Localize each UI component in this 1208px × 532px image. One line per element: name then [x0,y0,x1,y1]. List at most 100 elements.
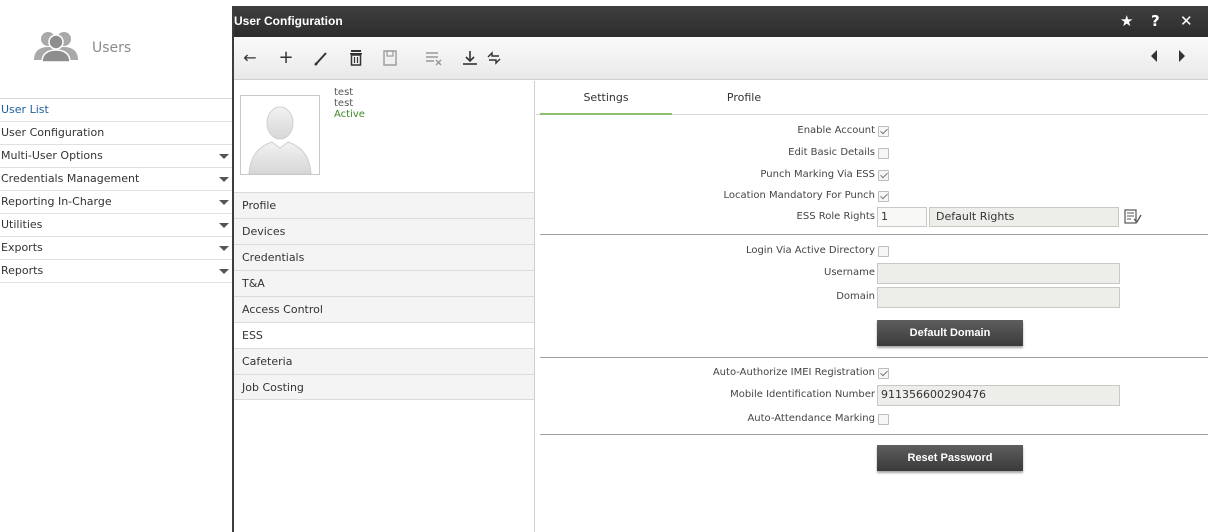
toolbar: ← + [234,37,1208,80]
section-divider [540,357,1208,358]
section-list: Profile Devices Credentials T&A Access C… [234,192,534,400]
auto-authorize-imei-row: Auto-Authorize IMEI Registration [536,365,1208,383]
sidebar-item-label: Reporting In-Charge [1,195,112,208]
username-row: Username [536,263,1208,285]
location-mandatory-row: Location Mandatory For Punch [536,188,1208,206]
person-silhouette-icon [248,106,312,175]
edit-basic-details-checkbox[interactable] [878,148,889,159]
edit-icon[interactable] [312,49,332,69]
sidebar-brand-label: Users [92,40,132,56]
chevron-down-icon [219,223,229,228]
domain-row: Domain [536,287,1208,309]
content-area: test test Active Profile Devices Credent… [234,81,1208,532]
sidebar-item-label: Exports [1,241,43,254]
window-title: User Configuration [234,14,343,28]
sidebar-item-label: Reports [1,264,44,277]
auto-attendance-label: Auto-Attendance Marking [747,413,875,424]
section-credentials[interactable]: Credentials [234,244,534,270]
prev-icon[interactable] [1144,49,1164,69]
app-sidebar: Users User List User Configuration Multi… [0,0,232,532]
users-icon [34,32,78,62]
login-via-ad-checkbox[interactable] [878,246,889,257]
section-ta[interactable]: T&A [234,270,534,296]
mobile-id-row: Mobile Identification Number 91135660029… [536,385,1208,407]
sidebar-item-label: User List [1,103,49,116]
sidebar-item-credentials-management[interactable]: Credentials Management [0,168,232,191]
ess-role-code-field[interactable]: 1 [877,207,927,227]
sidebar-item-label: User Configuration [1,126,105,139]
tab-settings[interactable]: Settings [540,81,672,115]
section-devices[interactable]: Devices [234,218,534,244]
lookup-icon[interactable] [1124,209,1142,228]
window-titlebar: User Configuration ★ ? ✕ [234,6,1208,37]
section-divider [540,434,1208,435]
sidebar-item-label: Credentials Management [1,172,140,185]
chevron-down-icon [219,246,229,251]
user-name-line1: test [334,87,354,98]
auto-authorize-imei-checkbox[interactable] [878,368,889,379]
chevron-down-icon [219,177,229,182]
ess-settings-panel: Settings Profile Enable Account Edit Bas… [536,81,1208,532]
help-icon[interactable]: ? [1151,12,1160,30]
tab-bar: Settings Profile [536,81,1208,115]
default-domain-button[interactable]: Default Domain [877,320,1023,346]
avatar [240,95,320,175]
mobile-id-label: Mobile Identification Number [730,389,875,400]
domain-label: Domain [836,291,875,302]
user-summary-panel: test test Active Profile Devices Credent… [234,81,535,532]
username-field[interactable] [877,263,1120,284]
sidebar-item-multi-user-options[interactable]: Multi-User Options [0,145,232,168]
mobile-id-field[interactable]: 911356600290476 [877,385,1120,406]
section-job-costing[interactable]: Job Costing [234,374,534,400]
chevron-down-icon [219,200,229,205]
section-cafeteria[interactable]: Cafeteria [234,348,534,374]
section-divider [540,234,1208,235]
location-mandatory-checkbox[interactable] [878,191,889,202]
sidebar-brand: Users [0,0,232,98]
ess-role-name-field: Default Rights [929,207,1119,227]
location-mandatory-label: Location Mandatory For Punch [723,190,875,201]
user-info: test test Active [334,87,365,120]
save-icon[interactable] [380,49,400,69]
section-ess[interactable]: ESS [234,322,534,348]
sidebar-item-utilities[interactable]: Utilities [0,214,232,237]
sidebar-item-user-configuration[interactable]: User Configuration [0,122,232,145]
sidebar-item-label: Multi-User Options [1,149,103,162]
sidebar-item-label: Utilities [1,218,43,231]
clear-icon[interactable] [424,49,444,69]
chevron-down-icon [219,154,229,159]
punch-marking-checkbox[interactable] [878,170,889,181]
ess-role-rights-label: ESS Role Rights [796,211,875,222]
login-via-ad-label: Login Via Active Directory [745,245,875,256]
edit-basic-details-row: Edit Basic Details [536,145,1208,163]
section-profile[interactable]: Profile [234,192,534,218]
sidebar-item-user-list[interactable]: User List [0,99,232,122]
user-name-line2: test [334,98,354,109]
enable-account-row: Enable Account [536,123,1208,141]
download-icon[interactable] [460,49,480,69]
punch-marking-label: Punch Marking Via ESS [760,169,875,180]
star-icon[interactable]: ★ [1120,12,1133,30]
domain-field[interactable] [877,287,1120,308]
transfer-icon[interactable] [484,49,504,69]
enable-account-label: Enable Account [797,125,875,136]
delete-icon[interactable] [346,49,366,69]
tab-profile[interactable]: Profile [684,81,804,115]
section-access-control[interactable]: Access Control [234,296,534,322]
next-icon[interactable] [1172,49,1192,69]
auto-attendance-row: Auto-Attendance Marking [536,411,1208,429]
user-configuration-window: User Configuration ★ ? ✕ ← + test test A… [232,6,1208,532]
username-label: Username [824,267,875,278]
sidebar-item-reporting-in-charge[interactable]: Reporting In-Charge [0,191,232,214]
add-icon[interactable]: + [276,49,296,69]
close-icon[interactable]: ✕ [1180,12,1193,30]
punch-marking-row: Punch Marking Via ESS [536,167,1208,185]
back-arrow-icon[interactable]: ← [240,49,260,69]
enable-account-checkbox[interactable] [878,126,889,137]
edit-basic-details-label: Edit Basic Details [788,147,875,158]
sidebar-item-reports[interactable]: Reports [0,260,232,283]
sidebar-nav: User List User Configuration Multi-User … [0,98,232,283]
reset-password-button[interactable]: Reset Password [877,445,1023,471]
auto-attendance-checkbox[interactable] [878,414,889,425]
sidebar-item-exports[interactable]: Exports [0,237,232,260]
